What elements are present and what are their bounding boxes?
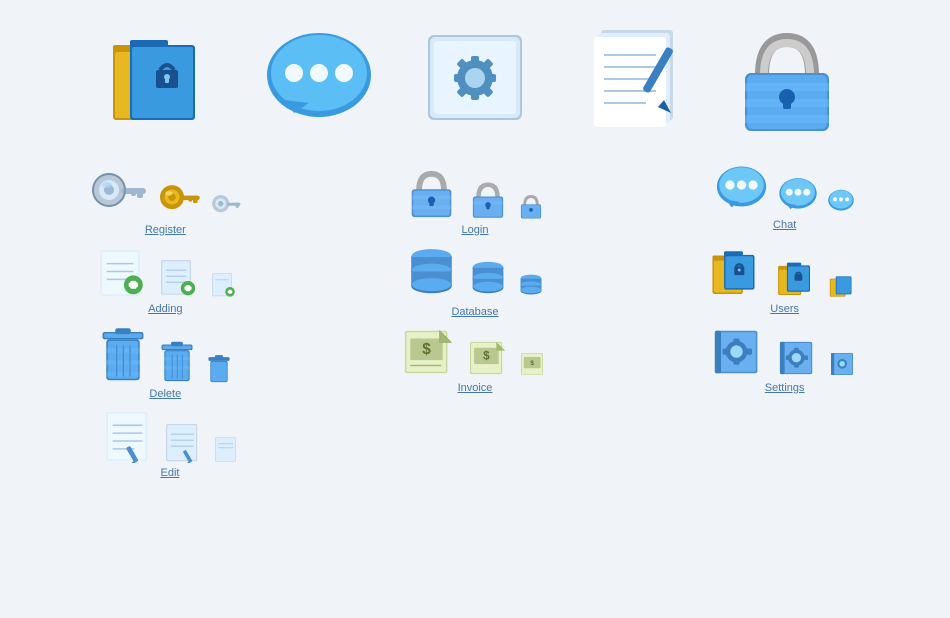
chat-bubble-small-icon bbox=[827, 189, 855, 215]
edit-note-small-icon bbox=[213, 435, 241, 463]
svg-text:$: $ bbox=[530, 360, 534, 367]
chat-bubble-medium-icon bbox=[777, 177, 819, 215]
register-icons bbox=[89, 165, 242, 220]
settings-large-icon bbox=[420, 30, 530, 130]
chat-icons bbox=[714, 165, 855, 215]
register-key-small-icon bbox=[210, 190, 242, 220]
register-key-large-icon bbox=[89, 165, 149, 220]
users-folders-large-icon bbox=[711, 244, 769, 299]
invoice-label: Invoice bbox=[458, 382, 493, 394]
adding-note-medium-icon bbox=[157, 257, 201, 299]
users-section: Users bbox=[644, 244, 925, 318]
login-section: Login bbox=[335, 165, 616, 236]
adding-label: Adding bbox=[148, 303, 182, 315]
row-register-login-chat: Register bbox=[25, 165, 925, 236]
login-icons bbox=[404, 165, 545, 220]
invoice-icons: $ $ bbox=[401, 326, 549, 378]
row-delete-invoice-settings: Delete $ bbox=[25, 326, 925, 400]
database-icons bbox=[404, 244, 545, 302]
database-large-icon bbox=[404, 244, 459, 302]
chat-bubble-large-icon bbox=[714, 165, 769, 215]
delete-trash-medium-icon bbox=[157, 340, 197, 384]
invoice-large-icon: $ bbox=[401, 326, 459, 378]
users-folders-medium-icon bbox=[777, 257, 821, 299]
adding-note-large-icon bbox=[91, 244, 149, 299]
delete-label: Delete bbox=[149, 388, 181, 400]
adding-section: Adding bbox=[25, 244, 306, 318]
login-lock-medium-icon bbox=[467, 178, 509, 220]
row-adding-database-users: Adding bbox=[25, 244, 925, 318]
users-folders-small-icon bbox=[829, 271, 859, 299]
main-container: Register bbox=[0, 0, 950, 502]
chat-large-icon-group bbox=[272, 25, 367, 135]
delete-trash-large-icon bbox=[97, 326, 149, 384]
users-label: Users bbox=[770, 303, 799, 315]
row-edit: Edit bbox=[25, 408, 925, 479]
adding-note-small-icon bbox=[209, 271, 239, 299]
edit-section: Edit bbox=[25, 408, 315, 479]
edit-note-medium-icon bbox=[163, 421, 205, 463]
lock-large-icon-group bbox=[740, 25, 835, 135]
login-label: Login bbox=[462, 224, 489, 236]
adding-icons bbox=[91, 244, 239, 299]
chat-section: Chat bbox=[644, 165, 925, 236]
delete-icons bbox=[97, 326, 233, 384]
delete-trash-small-icon bbox=[205, 354, 233, 384]
database-label: Database bbox=[451, 306, 498, 318]
invoice-medium-icon: $ bbox=[467, 338, 511, 378]
database-small-icon bbox=[517, 272, 545, 302]
register-key-medium-icon bbox=[157, 178, 202, 220]
chat-label: Chat bbox=[773, 219, 796, 231]
users-large-icon-group bbox=[116, 25, 211, 135]
large-icons-row bbox=[25, 15, 925, 160]
chat-large-icon bbox=[259, 25, 379, 135]
users-large-icon bbox=[108, 25, 218, 135]
edit-label: Edit bbox=[161, 467, 180, 479]
settings-large-icon-group bbox=[428, 30, 523, 130]
invoice-small-icon: $ bbox=[519, 350, 549, 378]
users-icons bbox=[711, 244, 859, 299]
settings-label: Settings bbox=[765, 382, 805, 394]
edit-icons bbox=[100, 408, 241, 463]
svg-text:$: $ bbox=[483, 349, 490, 362]
database-section: Database bbox=[335, 244, 616, 318]
invoice-section: $ $ bbox=[335, 326, 616, 400]
settings-section: Settings bbox=[644, 326, 925, 400]
delete-section: Delete bbox=[25, 326, 306, 400]
icon-rows: Register bbox=[25, 165, 925, 487]
database-medium-icon bbox=[467, 258, 509, 302]
notes-large-icon bbox=[576, 25, 686, 135]
settings-book-small-icon bbox=[829, 350, 859, 378]
settings-book-large-icon bbox=[711, 326, 769, 378]
settings-book-medium-icon bbox=[777, 338, 821, 378]
edit-note-large-icon bbox=[100, 408, 155, 463]
settings-icons bbox=[711, 326, 859, 378]
svg-text:$: $ bbox=[422, 341, 431, 358]
register-label: Register bbox=[145, 224, 186, 236]
lock-large-icon bbox=[737, 25, 837, 135]
notes-large-icon-group bbox=[584, 25, 679, 135]
login-lock-large-icon bbox=[404, 165, 459, 220]
login-lock-small-icon bbox=[517, 192, 545, 220]
register-section: Register bbox=[25, 165, 306, 236]
